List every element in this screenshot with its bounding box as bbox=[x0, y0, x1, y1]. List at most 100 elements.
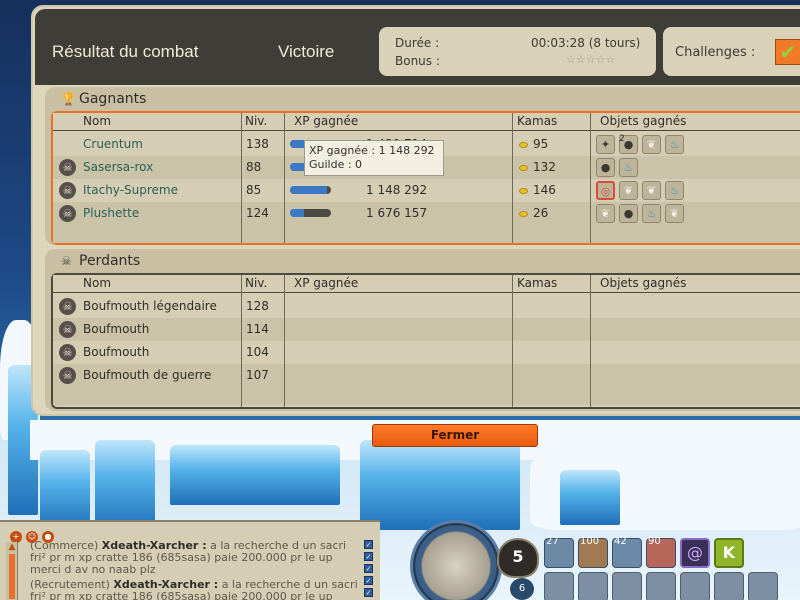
challenges-panel: Challenges : ✔ bbox=[663, 27, 800, 76]
k-spell-icon[interactable]: K bbox=[714, 538, 744, 568]
potion-icon[interactable]: ♨ bbox=[665, 135, 684, 154]
monster-name[interactable]: Boufmouth de guerre bbox=[83, 364, 211, 387]
bonus-stars: ☆☆☆☆☆ bbox=[566, 53, 616, 66]
empty-slot[interactable] bbox=[714, 572, 744, 600]
spell-slot-4[interactable]: 90 bbox=[646, 536, 676, 568]
challenges-label: Challenges : bbox=[675, 45, 756, 60]
potion-icon[interactable]: ♨ bbox=[619, 158, 638, 177]
feather-icon[interactable]: ❦ bbox=[642, 135, 661, 154]
feather-icon[interactable]: ❦ bbox=[642, 181, 661, 200]
xp-tooltip: XP gagnée : 1 148 292 Guilde : 0 bbox=[304, 140, 444, 176]
dead-skull-icon: ☠ bbox=[59, 321, 76, 338]
empty-slot[interactable] bbox=[544, 572, 574, 600]
swirl-spell-icon[interactable]: @ bbox=[680, 538, 710, 568]
loser-row[interactable]: ☠ Boufmouth 104 bbox=[53, 341, 800, 364]
potion-icon[interactable]: ♨ bbox=[665, 181, 684, 200]
chat-messages: (Commerce) Xdeath-Xarcher : a la recherc… bbox=[30, 540, 360, 600]
kamas-coin-icon bbox=[519, 164, 528, 171]
empty-slot[interactable] bbox=[612, 572, 642, 600]
channel-checkbox[interactable]: ✓ bbox=[364, 576, 373, 585]
movement-points-badge: 6 bbox=[510, 578, 534, 600]
table-header-row: Nom Niv. XP gagnée Kamas Objets gagnés bbox=[53, 275, 800, 293]
channel-checkbox[interactable]: ✓ bbox=[364, 552, 373, 561]
spell-slot-3[interactable]: 42 bbox=[612, 536, 642, 568]
duration-panel: Durée : 00:03:28 (8 tours) Bonus : ☆☆☆☆☆ bbox=[379, 27, 656, 76]
player-name[interactable]: Cruentum bbox=[83, 133, 143, 156]
potion-icon[interactable]: ♨ bbox=[642, 204, 661, 223]
scroll-thumb[interactable] bbox=[9, 554, 15, 599]
xp-progress-bar bbox=[290, 186, 331, 194]
losers-table: Nom Niv. XP gagnée Kamas Objets gagnés ☠ Boufm… bbox=[51, 273, 800, 409]
trophy-icon: 🏆 bbox=[61, 92, 76, 106]
table-header-row: Nom Niv. XP gagnée Kamas Objets gagnés bbox=[53, 113, 800, 131]
kamas-value: 132 bbox=[519, 156, 556, 179]
rock-icon[interactable]: ● bbox=[596, 158, 615, 177]
chat-scrollbar[interactable]: ▲ bbox=[6, 542, 18, 600]
xp-cell: 1 676 157 bbox=[284, 202, 512, 225]
feather-icon[interactable]: ❦ bbox=[596, 204, 615, 223]
monster-name[interactable]: Boufmouth bbox=[83, 318, 149, 341]
bonus-label: Bonus : bbox=[395, 54, 440, 68]
scroll-icon[interactable]: ◎ bbox=[596, 181, 615, 200]
loser-row[interactable]: ☠ Boufmouth légendaire 128 bbox=[53, 295, 800, 318]
column-divider bbox=[512, 275, 513, 407]
winner-row[interactable]: ☠ Itachy-Supreme 85 1 148 292 146 ◎ ❦ ❦ ♨ bbox=[53, 179, 800, 202]
column-divider bbox=[241, 113, 242, 243]
monster-name[interactable]: Boufmouth bbox=[83, 341, 149, 364]
dead-skull-icon: ☠ bbox=[59, 367, 76, 384]
column-divider bbox=[284, 275, 285, 407]
xp-progress-bar bbox=[290, 209, 331, 217]
empty-slot[interactable] bbox=[748, 572, 778, 600]
column-header-items: Objets gagnés bbox=[600, 114, 687, 128]
kamas-value: 95 bbox=[519, 133, 548, 156]
column-header-xp: XP gagnée bbox=[294, 276, 359, 290]
column-header-xp: XP gagnée bbox=[294, 114, 359, 128]
dead-skull-icon: ☠ bbox=[59, 344, 76, 361]
kamas-coin-icon bbox=[519, 141, 528, 148]
channel-checkbox[interactable]: ✓ bbox=[364, 588, 373, 597]
duration-value: 00:03:28 (8 tours) bbox=[531, 36, 641, 50]
column-header-name: Nom bbox=[83, 114, 112, 128]
dead-skull-icon: ☠ bbox=[59, 205, 76, 222]
xp-progress-fill bbox=[290, 209, 305, 217]
rock-icon[interactable]: ● bbox=[619, 204, 638, 223]
feather-icon[interactable]: ❦ bbox=[619, 181, 638, 200]
item-stack-count: 2 bbox=[619, 134, 625, 144]
xp-cell: 1 148 292 bbox=[284, 179, 512, 202]
spell-slot-2[interactable]: 100 bbox=[578, 536, 608, 568]
spell-slot-1[interactable]: 27 bbox=[544, 536, 574, 568]
scroll-up-icon[interactable]: ▲ bbox=[7, 542, 17, 552]
chat-message: (Commerce) Xdeath-Xarcher : a la recherc… bbox=[30, 540, 360, 576]
player-level: 124 bbox=[246, 206, 269, 220]
empty-slot[interactable] bbox=[578, 572, 608, 600]
spell-count: 90 bbox=[648, 536, 661, 547]
empty-slot[interactable] bbox=[646, 572, 676, 600]
channel-checkbox[interactable]: ✓ bbox=[364, 564, 373, 573]
monster-level: 107 bbox=[246, 368, 269, 382]
player-name[interactable]: Itachy-Supreme bbox=[83, 179, 178, 202]
player-level: 88 bbox=[246, 160, 262, 174]
column-divider bbox=[590, 275, 591, 407]
column-header-kamas: Kamas bbox=[517, 276, 558, 290]
spell-count: 42 bbox=[614, 536, 627, 547]
loser-row[interactable]: ☠ Boufmouth 114 bbox=[53, 318, 800, 341]
close-button[interactable]: Fermer bbox=[372, 424, 538, 447]
spell-count: 27 bbox=[546, 536, 559, 547]
challenge-success-icon[interactable]: ✔ bbox=[775, 39, 800, 65]
duration-label: Durée : bbox=[395, 36, 440, 50]
kamas-coin-icon bbox=[519, 210, 528, 217]
monster-level: 128 bbox=[246, 299, 269, 313]
player-name[interactable]: Plushette bbox=[83, 202, 139, 225]
column-header-name: Nom bbox=[83, 276, 112, 290]
loser-row[interactable]: ☠ Boufmouth de guerre 107 bbox=[53, 364, 800, 387]
monster-name[interactable]: Boufmouth légendaire bbox=[83, 295, 217, 318]
xp-value: 1 676 157 bbox=[366, 206, 428, 220]
minimap-compass[interactable] bbox=[410, 520, 502, 600]
feather-icon[interactable]: ❦ bbox=[665, 204, 684, 223]
channel-checkbox[interactable]: ✓ bbox=[364, 540, 373, 549]
player-level: 85 bbox=[246, 183, 262, 197]
empty-slot[interactable] bbox=[680, 572, 710, 600]
winner-row[interactable]: ☠ Plushette 124 1 676 157 26 ❦ ● ♨ ❦ bbox=[53, 202, 800, 225]
player-name[interactable]: Sasersa-rox bbox=[83, 156, 153, 179]
pack-icon[interactable]: ✦ bbox=[596, 135, 615, 154]
